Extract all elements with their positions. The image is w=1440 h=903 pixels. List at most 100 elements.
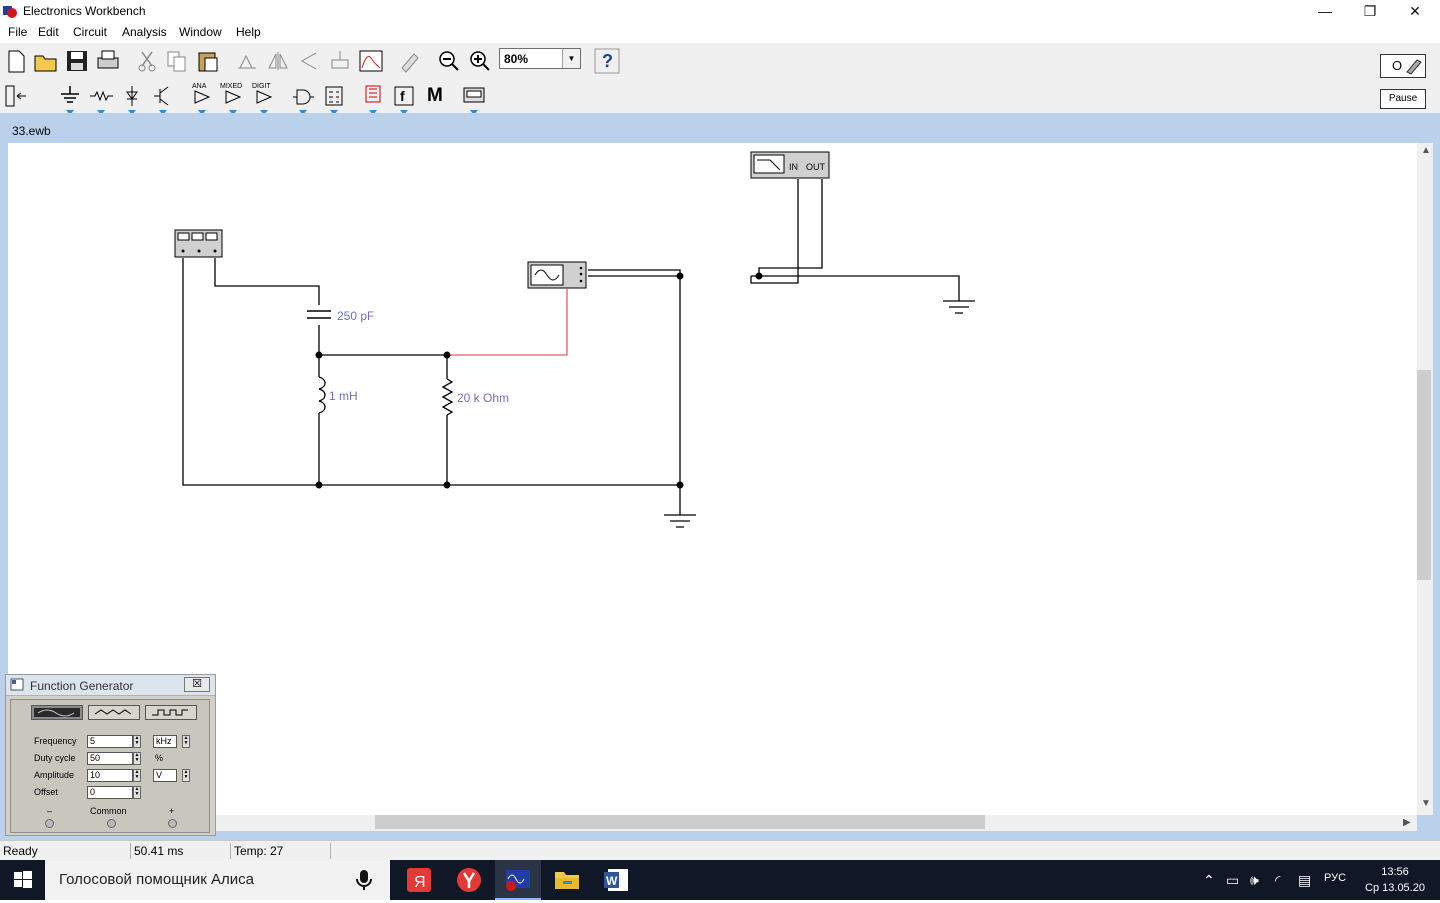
paste-icon[interactable] <box>195 48 221 76</box>
chevron-down-icon[interactable]: ▼ <box>562 49 580 68</box>
menu-edit[interactable]: Edit <box>38 25 59 39</box>
junction-dot <box>676 272 684 280</box>
frequency-stepper[interactable]: ▲ ▼ <box>133 735 141 748</box>
amplitude-unit-select[interactable]: V <box>153 769 177 782</box>
amplitude-stepper[interactable]: ▲ ▼ <box>133 769 141 782</box>
function-generator-titlebar[interactable]: Function Generator ☒ <box>6 675 215 696</box>
basic-bin-icon[interactable] <box>88 83 114 115</box>
digital-ics-bin-icon[interactable]: DIGIT <box>251 83 277 115</box>
open-folder-icon[interactable] <box>33 48 59 76</box>
common-terminal[interactable] <box>107 819 116 828</box>
flip-vertical-icon[interactable] <box>296 48 322 76</box>
sine-wave-button[interactable] <box>31 705 83 720</box>
offset-stepper[interactable]: ▲ ▼ <box>133 786 141 799</box>
square-wave-button[interactable] <box>145 705 197 720</box>
close-button[interactable]: ✕ <box>1392 0 1438 22</box>
cut-icon[interactable] <box>134 48 160 76</box>
save-icon[interactable] <box>64 48 90 76</box>
offset-input[interactable]: 0 <box>87 786 133 799</box>
duty-cycle-label: Duty cycle <box>34 753 76 763</box>
bode-out-wire <box>758 179 823 276</box>
network-icon[interactable]: ◜ <box>1275 872 1280 889</box>
menu-circuit[interactable]: Circuit <box>73 25 107 39</box>
language-indicator[interactable]: РУС <box>1324 872 1346 884</box>
controls-bin-icon[interactable]: f <box>391 83 417 115</box>
instruments-bin-icon[interactable] <box>461 83 487 115</box>
clock-time: 13:56 <box>1381 866 1409 878</box>
notifications-icon[interactable]: ▤ <box>1298 872 1311 889</box>
start-button[interactable] <box>0 860 45 900</box>
electronics-workbench-taskbar-icon[interactable] <box>495 860 541 900</box>
tray-chevron-up-icon[interactable]: ⌃ <box>1203 872 1215 889</box>
frequency-label: Frequency <box>34 736 77 746</box>
menu-file[interactable]: File <box>8 25 27 39</box>
power-switch[interactable]: O <box>1380 54 1426 78</box>
favorites-bin-icon[interactable] <box>3 83 29 111</box>
horizontal-scroll-thumb[interactable] <box>375 815 985 829</box>
menu-bar: File Edit Circuit Analysis Window Help <box>0 22 1440 43</box>
minimize-button[interactable]: — <box>1302 0 1348 22</box>
menu-help[interactable]: Help <box>236 25 261 39</box>
vertical-scroll-thumb[interactable] <box>1417 370 1431 580</box>
help-button[interactable]: ? <box>594 48 620 76</box>
scroll-right-icon[interactable]: ▶ <box>1403 817 1411 828</box>
mixed-ics-bin-icon[interactable]: MIXED <box>220 83 246 115</box>
scroll-down-icon[interactable]: ▼ <box>1421 798 1431 809</box>
graph-icon[interactable] <box>358 48 384 76</box>
menu-analysis[interactable]: Analysis <box>122 25 167 39</box>
scroll-up-icon[interactable]: ▲ <box>1421 145 1431 156</box>
miscellaneous-bin-icon[interactable]: M <box>422 83 448 111</box>
yandex-browser-taskbar-icon[interactable] <box>446 860 492 900</box>
junction-dot <box>676 481 684 489</box>
title-bar: Electronics Workbench — ❐ ✕ <box>0 0 1440 22</box>
function-generator-icon <box>527 261 587 289</box>
restore-button[interactable]: ❐ <box>1347 0 1393 22</box>
amplitude-input[interactable]: 10 <box>87 769 133 782</box>
search-box[interactable]: Голосовой помощник Алиса <box>45 860 390 900</box>
print-icon[interactable] <box>95 48 121 76</box>
junction-dot <box>443 481 451 489</box>
triangle-wave-button[interactable] <box>88 705 140 720</box>
frequency-unit-select[interactable]: kHz <box>153 735 177 748</box>
zoom-out-icon[interactable] <box>436 48 462 76</box>
zoom-select[interactable]: 80% ▼ <box>499 48 581 69</box>
app-icon <box>3 4 18 19</box>
zoom-value: 80% <box>504 52 529 66</box>
battery-icon[interactable]: ▭ <box>1226 872 1239 889</box>
frequency-input[interactable]: 5 <box>87 735 133 748</box>
volume-icon[interactable]: 🕪 <box>1250 872 1259 889</box>
digital-bin-icon[interactable] <box>321 83 347 115</box>
indicators-bin-icon[interactable] <box>360 83 386 115</box>
pause-button[interactable]: Pause <box>1380 89 1426 109</box>
logic-gates-bin-icon[interactable] <box>290 83 316 115</box>
frequency-unit-stepper[interactable]: ▲ ▼ <box>182 735 190 748</box>
diodes-bin-icon[interactable] <box>119 83 145 115</box>
minus-terminal[interactable] <box>45 819 54 828</box>
sources-bin-icon[interactable] <box>57 83 83 115</box>
new-file-icon[interactable] <box>3 48 29 76</box>
clock[interactable]: 13:56 Ср 13.05.20 <box>1360 864 1430 896</box>
subcircuit-icon[interactable] <box>327 48 353 76</box>
amplitude-unit-stepper[interactable]: ▲ ▼ <box>182 769 190 782</box>
file-explorer-taskbar-icon[interactable] <box>544 860 590 900</box>
junction-dot <box>443 351 451 359</box>
duty-cycle-input[interactable]: 50 <box>87 752 133 765</box>
menu-window[interactable]: Window <box>179 25 222 39</box>
circuit-canvas[interactable]: 250 pF 1 mH 20 k Ohm IN OUT <box>8 143 1417 815</box>
duty-cycle-stepper[interactable]: ▲ ▼ <box>133 752 141 765</box>
junction-dot <box>755 272 763 280</box>
copy-icon[interactable] <box>164 48 190 76</box>
transistors-bin-icon[interactable] <box>150 83 176 115</box>
analog-ics-bin-icon[interactable]: ANA <box>189 83 215 115</box>
close-icon[interactable]: ☒ <box>184 677 210 692</box>
microphone-icon[interactable] <box>356 869 372 891</box>
flip-horizontal-icon[interactable] <box>265 48 291 76</box>
component-properties-icon[interactable] <box>397 48 423 76</box>
yandex-taskbar-icon[interactable]: Я <box>396 860 442 900</box>
zoom-in-icon[interactable] <box>467 48 493 76</box>
capacitor-symbol <box>307 310 331 319</box>
status-temp: Temp: 27 <box>231 843 331 859</box>
plus-terminal[interactable] <box>168 819 177 828</box>
rotate-icon[interactable] <box>234 48 260 76</box>
word-taskbar-icon[interactable]: W <box>593 860 639 900</box>
